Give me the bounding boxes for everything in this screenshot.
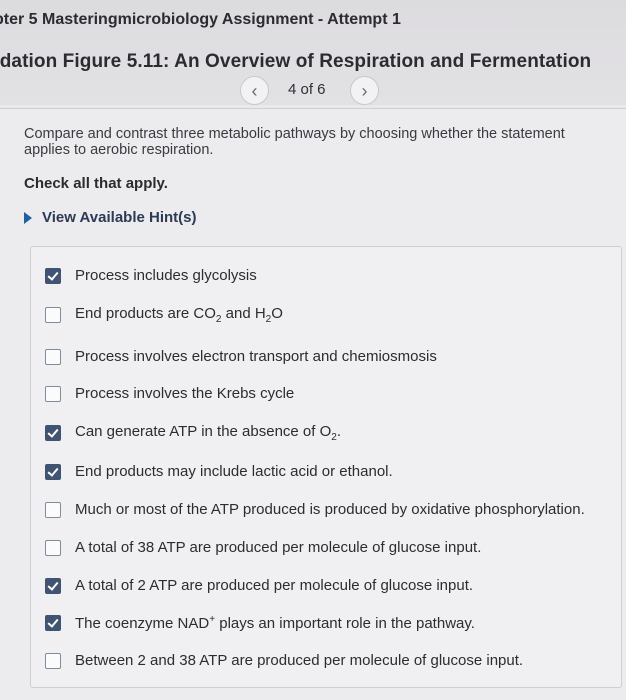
figure-title: ndation Figure 5.11: An Overview of Resp… xyxy=(0,51,592,72)
checkbox-3[interactable] xyxy=(45,385,61,402)
checkbox-8[interactable] xyxy=(45,577,61,594)
checkbox-10[interactable] xyxy=(45,652,61,669)
options-list: Process includes glycolysis End products… xyxy=(30,246,622,688)
option-label: Much or most of the ATP produced is prod… xyxy=(75,501,585,518)
question-prompt: Compare and contrast three metabolic pat… xyxy=(24,126,565,158)
option-6[interactable]: Much or most of the ATP produced is prod… xyxy=(45,501,585,518)
option-label: The coenzyme NAD+ plays an important rol… xyxy=(75,614,475,632)
option-label: Process includes glycolysis xyxy=(75,267,257,284)
checkbox-5[interactable] xyxy=(45,463,61,480)
checkbox-2[interactable] xyxy=(45,348,61,365)
chevron-right-icon[interactable]: › xyxy=(350,76,379,105)
option-0[interactable]: Process includes glycolysis xyxy=(45,267,257,284)
question-area: Compare and contrast three metabolic pat… xyxy=(0,109,626,700)
hint-label: View Available Hint(s) xyxy=(42,209,197,226)
checkbox-9[interactable] xyxy=(45,615,61,631)
option-1[interactable]: End products are CO2 and H2O xyxy=(45,305,283,325)
option-8[interactable]: A total of 2 ATP are produced per molecu… xyxy=(45,577,473,594)
checkbox-0[interactable] xyxy=(45,267,61,284)
option-10[interactable]: Between 2 and 38 ATP are produced per mo… xyxy=(45,652,523,669)
checkbox-4[interactable] xyxy=(45,425,61,441)
assignment-header: pter 5 Masteringmicrobiology Assignment … xyxy=(0,0,626,105)
option-label: End products may include lactic acid or … xyxy=(75,463,393,480)
option-5[interactable]: End products may include lactic acid or … xyxy=(45,463,393,480)
view-hints-toggle[interactable]: View Available Hint(s) xyxy=(24,209,197,226)
checkbox-7[interactable] xyxy=(45,539,61,556)
option-2[interactable]: Process involves electron transport and … xyxy=(45,348,437,365)
option-3[interactable]: Process involves the Krebs cycle xyxy=(45,385,294,402)
option-label: Can generate ATP in the absence of O2. xyxy=(75,423,342,443)
chevron-left-icon[interactable]: ‹ xyxy=(240,76,269,105)
option-label: Between 2 and 38 ATP are produced per mo… xyxy=(75,652,524,669)
checkbox-6[interactable] xyxy=(45,501,61,518)
option-label: A total of 2 ATP are produced per molecu… xyxy=(75,577,474,594)
triangle-right-icon xyxy=(24,211,32,224)
option-label: Process involves electron transport and … xyxy=(75,348,437,365)
option-label: Process involves the Krebs cycle xyxy=(75,385,295,402)
option-4[interactable]: Can generate ATP in the absence of O2. xyxy=(45,423,341,443)
instruction-text: Check all that apply. xyxy=(24,175,168,192)
option-7[interactable]: A total of 38 ATP are produced per molec… xyxy=(45,539,481,556)
checkbox-1[interactable] xyxy=(45,307,61,323)
option-label: End products are CO2 and H2O xyxy=(75,305,283,325)
assignment-title: pter 5 Masteringmicrobiology Assignment … xyxy=(0,11,401,28)
option-label: A total of 38 ATP are produced per molec… xyxy=(75,539,482,556)
page-count: 4 of 6 xyxy=(288,81,326,98)
option-9[interactable]: The coenzyme NAD+ plays an important rol… xyxy=(45,614,475,632)
